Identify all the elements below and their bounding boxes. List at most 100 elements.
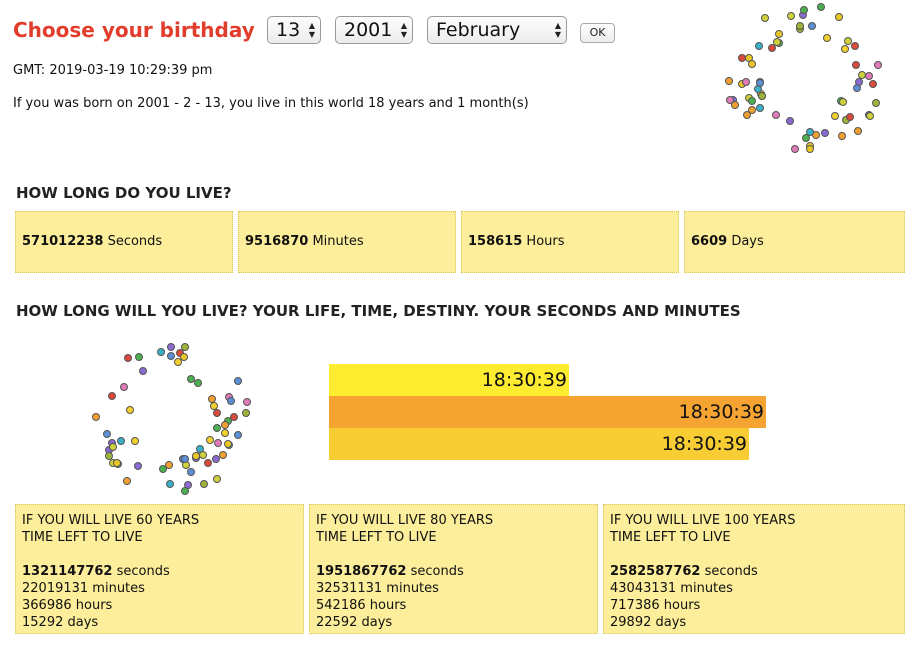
day-select-value: 13 [276, 19, 301, 41]
emoji-dot-icon [135, 352, 144, 361]
emoji-dot-icon [124, 354, 133, 363]
emoji-dot-icon [831, 112, 840, 121]
emoji-ring-icon [85, 338, 255, 498]
scenario-seconds-unit: seconds [704, 564, 758, 579]
emoji-dot-icon [805, 144, 814, 153]
emoji-dot-icon [760, 14, 769, 23]
year-select-value: 2001 [344, 19, 393, 41]
stat-seconds: 571012238 Seconds [15, 211, 233, 273]
emoji-dot-icon [840, 44, 849, 53]
scenario-days: 29892 days [610, 615, 687, 630]
clock-bar: 18:30:39 [329, 396, 766, 428]
emoji-dot-icon [194, 379, 203, 388]
emoji-dot-icon [164, 460, 173, 469]
emoji-dot-icon [203, 458, 212, 467]
section-heading-live: HOW LONG DO YOU LIVE? [16, 184, 232, 202]
emoji-dot-icon [138, 366, 147, 375]
stat-value: 571012238 [22, 234, 104, 249]
scenario-seconds-unit: seconds [116, 564, 170, 579]
emoji-dot-icon [755, 103, 764, 112]
scenario-seconds-unit: seconds [410, 564, 464, 579]
emoji-dot-icon [131, 436, 140, 445]
emoji-dot-icon [180, 454, 189, 463]
select-arrows-icon: ▲ ▼ [308, 21, 315, 39]
scenario-minutes: 43043131 minutes [610, 581, 733, 596]
emoji-dot-icon [823, 33, 832, 42]
emoji-dot-icon [212, 423, 221, 432]
month-select-value: February [436, 19, 521, 41]
emoji-dot-icon [817, 3, 826, 12]
emoji-dot-icon [725, 76, 734, 85]
emoji-dot-icon [219, 450, 228, 459]
ok-button[interactable]: OK [580, 23, 615, 43]
emoji-dot-icon [199, 479, 208, 488]
emoji-dot-icon [92, 412, 101, 421]
scenario-hours: 366986 hours [22, 598, 113, 613]
stat-unit: Days [731, 234, 764, 249]
scenario-seconds: 1951867762 [316, 564, 407, 579]
scenario-title: IF YOU WILL LIVE 80 YEARS [316, 513, 494, 528]
stat-hours: 158615 Hours [461, 211, 679, 273]
stat-value: 9516870 [245, 234, 309, 249]
emoji-dot-icon [869, 79, 878, 88]
year-select[interactable]: 2001 ▲ ▼ [335, 16, 413, 44]
scenario-seconds: 1321147762 [22, 564, 113, 579]
emoji-dot-icon [785, 116, 794, 125]
scenario-minutes: 22019131 minutes [22, 581, 145, 596]
emoji-dot-icon [180, 486, 189, 495]
emoji-dot-icon [242, 397, 251, 406]
emoji-dot-icon [775, 30, 784, 39]
emoji-dot-icon [838, 131, 847, 140]
emoji-dot-icon [748, 96, 757, 105]
scenario-subtitle: TIME LEFT TO LIVE [22, 530, 143, 545]
scenario-80-years: IF YOU WILL LIVE 80 YEARS TIME LEFT TO L… [309, 504, 598, 634]
emoji-dot-icon [166, 480, 175, 489]
emoji-dot-icon [866, 112, 875, 121]
emoji-dot-icon [786, 12, 795, 21]
section-heading-destiny: HOW LONG WILL YOU LIVE? YOUR LIFE, TIME,… [16, 302, 741, 320]
scenario-seconds: 2582587762 [610, 564, 701, 579]
emoji-dot-icon [748, 60, 757, 69]
select-arrows-icon: ▲ ▼ [554, 21, 561, 39]
emoji-dot-icon [226, 396, 235, 405]
emoji-dot-icon [120, 383, 129, 392]
stat-unit: Seconds [107, 234, 163, 249]
emoji-dot-icon [771, 110, 780, 119]
stat-unit: Minutes [312, 234, 364, 249]
emoji-dot-icon [838, 98, 847, 107]
emoji-dot-icon [854, 78, 863, 87]
emoji-dot-icon [166, 342, 175, 351]
emoji-dot-icon [742, 77, 751, 86]
emoji-dot-icon [186, 468, 195, 477]
scenario-title: IF YOU WILL LIVE 60 YEARS [22, 513, 200, 528]
scenario-100-years: IF YOU WILL LIVE 100 YEARS TIME LEFT TO … [603, 504, 905, 634]
emoji-dot-icon [223, 440, 232, 449]
emoji-dot-icon [873, 61, 882, 70]
emoji-dot-icon [213, 474, 222, 483]
emoji-dot-icon [198, 450, 207, 459]
scenario-title: IF YOU WILL LIVE 100 YEARS [610, 513, 796, 528]
emoji-dot-icon [125, 406, 134, 415]
emoji-ring-icon [718, 0, 888, 160]
emoji-dot-icon [755, 79, 764, 88]
stat-value: 6609 [691, 234, 728, 249]
emoji-dot-icon [854, 126, 863, 135]
day-select[interactable]: 13 ▲ ▼ [267, 16, 321, 44]
emoji-dot-icon [116, 436, 125, 445]
emoji-dot-icon [800, 5, 809, 14]
emoji-dot-icon [112, 458, 121, 467]
scenario-60-years: IF YOU WILL LIVE 60 YEARS TIME LEFT TO L… [15, 504, 304, 634]
emoji-dot-icon [213, 409, 222, 417]
emoji-dot-icon [872, 99, 881, 108]
stat-minutes: 9516870 Minutes [238, 211, 456, 273]
emoji-dot-icon [758, 92, 767, 101]
scenario-days: 15292 days [22, 615, 99, 630]
scenario-subtitle: TIME LEFT TO LIVE [316, 530, 437, 545]
emoji-dot-icon [850, 42, 859, 51]
emoji-dot-icon [156, 347, 165, 356]
gmt-time: GMT: 2019-03-19 10:29:39 pm [13, 63, 213, 78]
month-select[interactable]: February ▲ ▼ [427, 16, 567, 44]
emoji-dot-icon [791, 145, 800, 154]
emoji-dot-icon [233, 430, 242, 439]
emoji-dot-icon [242, 409, 251, 418]
